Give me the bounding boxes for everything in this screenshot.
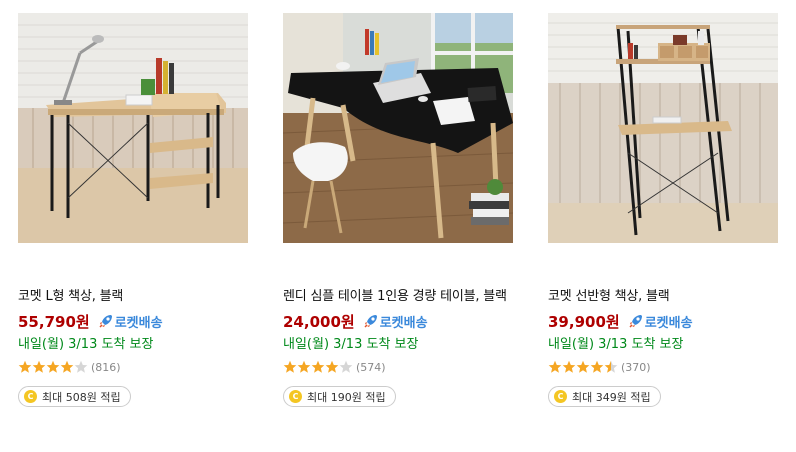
product-title[interactable]: 코멧 L형 책상, 블랙 [18, 287, 248, 307]
shelf-desk-photo [548, 13, 778, 243]
reward-text: 최대 508원 적립 [42, 390, 121, 404]
review-count: (574) [356, 360, 386, 374]
star-icon [18, 360, 32, 373]
review-count: (370) [621, 360, 651, 374]
star-icon [32, 360, 46, 373]
price-row: 24,000원 로켓배송 [283, 309, 513, 333]
cash-coin-icon: C [289, 390, 302, 403]
black-table-photo [283, 13, 513, 243]
product-title[interactable]: 코멧 선반형 책상, 블랙 [548, 287, 778, 307]
rating-row: (370) [548, 358, 778, 376]
delivery-date: 내일(월) 3/13 도착 보장 [18, 337, 154, 352]
rocket-label: 로켓배송 [379, 315, 428, 331]
star-rating [18, 360, 88, 374]
product-price: 55,790원 [18, 312, 90, 331]
star-icon [74, 360, 88, 373]
product-image[interactable] [283, 13, 513, 243]
cash-reward-badge: C 최대 508원 적립 [18, 386, 131, 407]
product-card-3[interactable]: 코멧 선반형 책상, 블랙 39,900원 로켓배송 내일(월) 3/13 도착… [548, 13, 778, 407]
product-image[interactable] [18, 13, 248, 243]
rating-row: (574) [283, 358, 513, 376]
rocket-icon [364, 315, 377, 328]
star-icon [604, 360, 618, 373]
star-icon [325, 360, 339, 373]
cash-reward-badge: C 최대 349원 적립 [548, 386, 661, 407]
price-row: 55,790원 로켓배송 [18, 309, 248, 333]
product-price: 39,900원 [548, 312, 620, 331]
star-icon [311, 360, 325, 373]
cash-coin-icon: C [554, 390, 567, 403]
rocket-label: 로켓배송 [114, 315, 163, 331]
rocket-icon [629, 315, 642, 328]
star-icon [283, 360, 297, 373]
rocket-delivery-badge: 로켓배송 [628, 312, 693, 331]
delivery-date: 내일(월) 3/13 도착 보장 [548, 337, 684, 352]
product-price: 24,000원 [283, 312, 355, 331]
product-title[interactable]: 렌디 심플 테이블 1인용 경량 테이블, 블랙 [283, 287, 513, 307]
product-image[interactable] [548, 13, 778, 243]
price-row: 39,900원 로켓배송 [548, 309, 778, 333]
star-icon [339, 360, 353, 373]
rating-row: (816) [18, 358, 248, 376]
review-count: (816) [91, 360, 121, 374]
cash-reward-badge: C 최대 190원 적립 [283, 386, 396, 407]
star-icon [297, 360, 311, 373]
l-shaped-desk-photo [18, 13, 248, 243]
rocket-delivery-badge: 로켓배송 [363, 312, 428, 331]
rocket-label: 로켓배송 [644, 315, 693, 331]
rocket-delivery-badge: 로켓배송 [98, 312, 163, 331]
star-icon [576, 360, 590, 373]
star-rating [548, 360, 618, 374]
star-rating [283, 360, 353, 374]
reward-text: 최대 190원 적립 [307, 390, 386, 404]
star-icon [562, 360, 576, 373]
star-icon [590, 360, 604, 373]
cash-coin-icon: C [24, 390, 37, 403]
star-icon [46, 360, 60, 373]
rocket-icon [99, 315, 112, 328]
delivery-date: 내일(월) 3/13 도착 보장 [283, 337, 419, 352]
star-icon [548, 360, 562, 373]
reward-text: 최대 349원 적립 [572, 390, 651, 404]
product-card-2[interactable]: 렌디 심플 테이블 1인용 경량 테이블, 블랙 24,000원 로켓배송 내일… [283, 13, 513, 407]
product-card-1[interactable]: 코멧 L형 책상, 블랙 55,790원 로켓배송 내일(월) 3/13 도착 … [18, 13, 248, 407]
star-icon [60, 360, 74, 373]
